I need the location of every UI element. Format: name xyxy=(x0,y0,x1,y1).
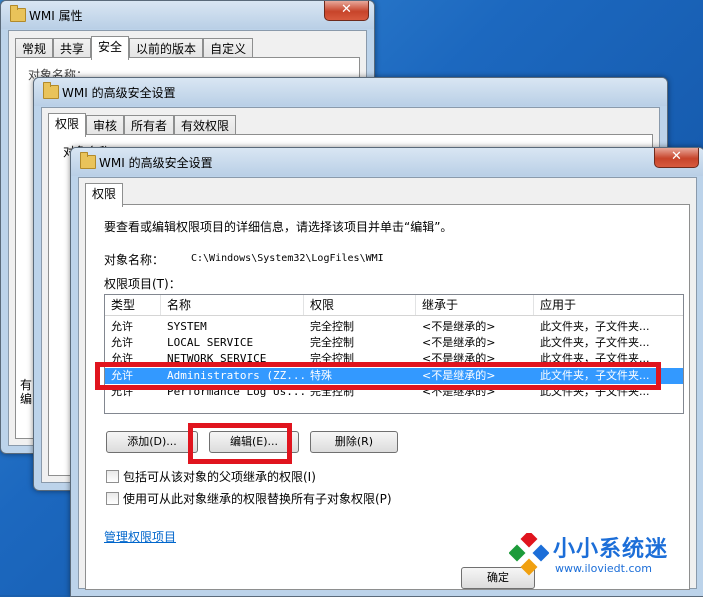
partial-text: 编 xyxy=(20,392,33,406)
title-bar[interactable]: WMI 属性 ✕ xyxy=(1,1,374,29)
tab-owner[interactable]: 所有者 xyxy=(124,115,175,136)
edit-button-highlight xyxy=(188,423,292,464)
row-permission: 完全控制 xyxy=(310,320,354,333)
replace-child-checkbox[interactable] xyxy=(106,492,119,505)
permission-entries-label: 权限项目(T)： xyxy=(104,277,181,291)
tab-strip: 权限 审核 所有者 有效权限 xyxy=(48,113,237,137)
column-header-type[interactable]: 类型 xyxy=(105,295,161,315)
row-name: SYSTEM xyxy=(167,320,207,333)
tab-customize[interactable]: 自定义 xyxy=(203,38,254,59)
close-button[interactable]: ✕ xyxy=(324,1,369,21)
row-applies-to: 此文件夹，子文件夹... xyxy=(540,320,650,333)
list-header: 类型 名称 权限 继承于 应用于 xyxy=(105,295,683,316)
watermark-url: www.iloviedt.com xyxy=(555,562,652,575)
tab-permissions[interactable]: 权限 xyxy=(85,183,124,207)
watermark: 小小系统迷 www.iloviedt.com xyxy=(509,529,689,585)
table-row[interactable]: 允许 LOCAL SERVICE 完全控制 <不是继承的> 此文件夹，子文件夹.… xyxy=(105,335,683,351)
replace-child-checkbox-label[interactable]: 使用可从此对象继承的权限替换所有子对象权限(P) xyxy=(123,490,392,507)
folder-icon xyxy=(80,152,96,169)
watermark-name: 小小系统迷 xyxy=(553,537,669,562)
row-permission: 完全控制 xyxy=(310,336,354,349)
manage-permissions-link[interactable]: 管理权限项目 xyxy=(104,528,176,545)
row-type: 允许 xyxy=(111,320,133,333)
remove-button[interactable]: 删除(R) xyxy=(310,431,398,453)
tab-auditing[interactable]: 审核 xyxy=(86,115,125,136)
window-title: WMI 的高级安全设置 xyxy=(99,156,213,170)
watermark-logo-icon xyxy=(509,533,549,576)
tab-sharing[interactable]: 共享 xyxy=(53,38,92,59)
folder-icon xyxy=(10,5,26,22)
title-bar[interactable]: WMI 的高级安全设置 ✕ xyxy=(71,148,703,176)
row-type: 允许 xyxy=(111,336,133,349)
table-row[interactable]: 允许 SYSTEM 完全控制 <不是继承的> 此文件夹，子文件夹... xyxy=(105,319,683,335)
instruction-text: 要查看或编辑权限项目的详细信息，请选择该项目并单击“编辑”。 xyxy=(104,220,453,234)
column-header-applies-to[interactable]: 应用于 xyxy=(534,295,683,315)
tab-effective-permissions[interactable]: 有效权限 xyxy=(174,115,237,136)
column-header-inherited-from[interactable]: 继承于 xyxy=(416,295,534,315)
selected-row-highlight xyxy=(95,362,661,390)
row-inherited-from: <不是继承的> xyxy=(422,320,496,333)
inherit-checkbox-label[interactable]: 包括可从该对象的父项继承的权限(I) xyxy=(123,468,316,485)
close-button[interactable]: ✕ xyxy=(654,148,699,168)
inherit-checkbox[interactable] xyxy=(106,470,119,483)
tab-strip: 常规 共享 安全 以前的版本 自定义 xyxy=(15,36,254,60)
column-header-name[interactable]: 名称 xyxy=(161,295,304,315)
row-name: LOCAL SERVICE xyxy=(167,336,254,349)
object-name-label: 对象名称： xyxy=(104,253,165,267)
title-bar[interactable]: WMI 的高级安全设置 xyxy=(34,78,667,106)
row-applies-to: 此文件夹，子文件夹... xyxy=(540,336,650,349)
tab-security[interactable]: 安全 xyxy=(91,36,130,60)
folder-icon xyxy=(43,82,59,99)
window-title: WMI 属性 xyxy=(29,9,83,23)
row-inherited-from: <不是继承的> xyxy=(422,336,496,349)
window-title: WMI 的高级安全设置 xyxy=(62,86,176,100)
tab-strip: 权限 xyxy=(85,183,124,207)
permission-entries-list[interactable]: 类型 名称 权限 继承于 应用于 允许 SYSTEM 完全控制 <不是继承的> … xyxy=(104,294,684,414)
tab-general[interactable]: 常规 xyxy=(15,38,54,59)
tab-previous-versions[interactable]: 以前的版本 xyxy=(129,38,204,59)
column-header-permission[interactable]: 权限 xyxy=(304,295,416,315)
object-path: C:\Windows\System32\LogFiles\WMI xyxy=(191,253,384,264)
tab-permissions[interactable]: 权限 xyxy=(48,113,87,137)
add-button[interactable]: 添加(D)... xyxy=(106,431,198,453)
